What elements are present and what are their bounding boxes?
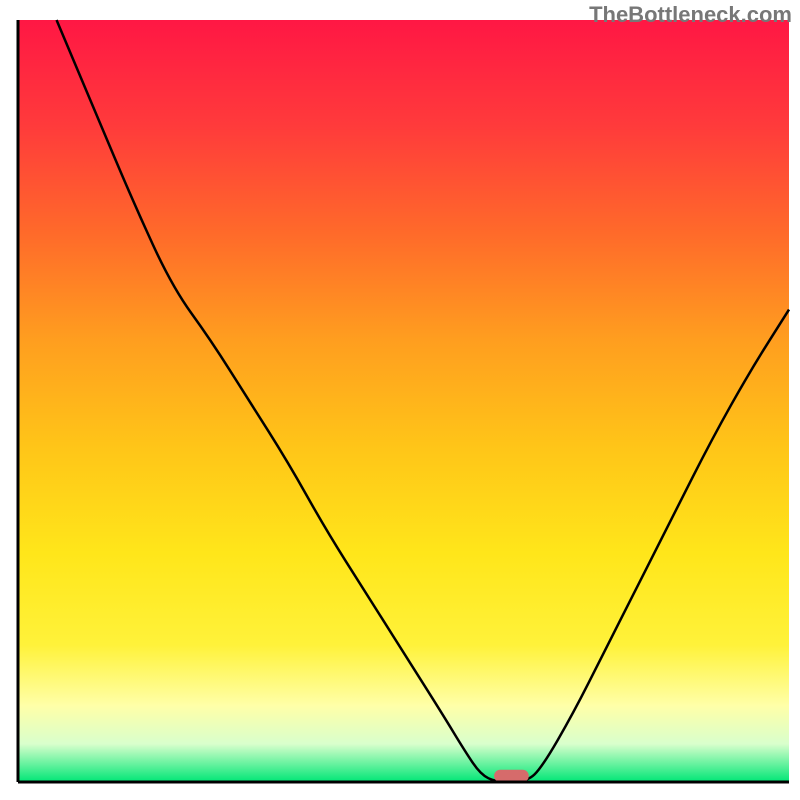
bottleneck-chart bbox=[0, 0, 800, 800]
plot-background bbox=[18, 20, 789, 782]
optimal-marker bbox=[494, 770, 529, 782]
chart-container: TheBottleneck.com bbox=[0, 0, 800, 800]
watermark-text: TheBottleneck.com bbox=[589, 2, 792, 28]
